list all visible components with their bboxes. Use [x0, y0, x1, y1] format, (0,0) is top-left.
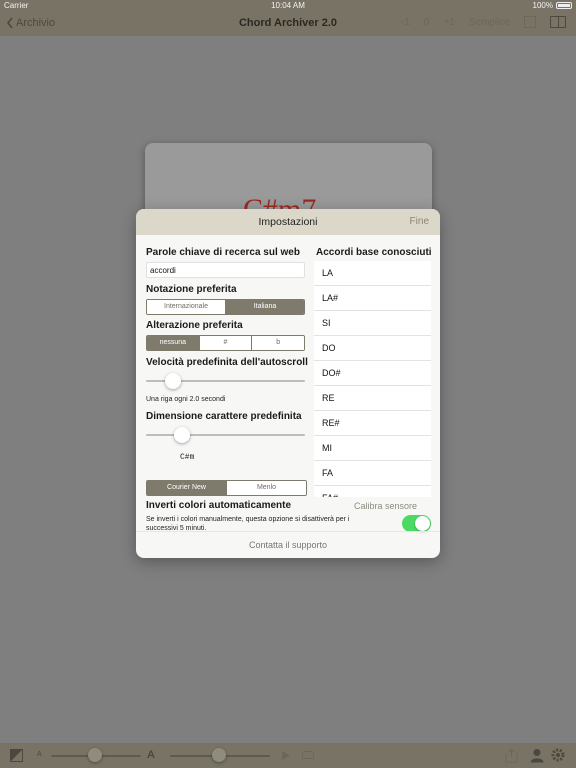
invert-colors-icon[interactable] [10, 749, 23, 762]
known-chords-label: Accordi base conosciuti [316, 247, 432, 258]
notation-option-italiana[interactable]: Italiana [225, 300, 304, 314]
book-icon[interactable] [550, 16, 566, 28]
transpose-up-button[interactable]: +1 [443, 17, 454, 28]
font-option-courier-new[interactable]: Courier New [147, 481, 226, 495]
font-size-slider[interactable] [146, 434, 305, 436]
settings-header: Impostazioni Fine [136, 209, 440, 235]
font-family-segmented-control: Courier New Menlo [146, 480, 307, 496]
battery-indicator: 100% [533, 1, 572, 10]
nav-actions: -1 0 +1 Semplice [401, 16, 566, 28]
list-item[interactable]: RE# [314, 411, 431, 436]
transpose-down-button[interactable]: -1 [401, 17, 410, 28]
alteration-option-sharp[interactable]: # [198, 336, 252, 350]
divider [136, 531, 440, 532]
play-icon[interactable] [281, 750, 291, 761]
font-size-slider-thumb[interactable] [174, 427, 190, 443]
list-item[interactable]: FA# [314, 486, 431, 497]
settings-title: Impostazioni [258, 216, 318, 228]
notation-option-internazionale[interactable]: Internazionale [147, 300, 225, 314]
done-button[interactable]: Fine [410, 216, 429, 227]
video-icon[interactable] [302, 750, 314, 760]
autoscroll-label: Velocità predefinita dell'autoscroll [146, 357, 308, 368]
contact-support-button[interactable]: Contatta il supporto [136, 540, 440, 550]
battery-icon [556, 2, 572, 9]
font-size-label: Dimensione carattere predefinita [146, 411, 302, 422]
invert-colors-toggle[interactable] [402, 515, 431, 532]
keywords-label: Parole chiave di recerca sul web [146, 247, 300, 258]
notation-segmented-control: Internazionale Italiana [146, 299, 305, 315]
keywords-input[interactable]: accordi [146, 262, 305, 278]
user-icon[interactable] [530, 748, 544, 763]
list-item[interactable]: FA [314, 461, 431, 486]
list-item[interactable]: LA# [314, 286, 431, 311]
share-icon[interactable] [505, 748, 518, 763]
battery-percent: 100% [532, 1, 553, 10]
notation-label: Notazione preferita [146, 284, 237, 295]
list-item[interactable]: DO [314, 336, 431, 361]
font-larger-label: A [147, 749, 155, 761]
calibrate-sensor-button[interactable]: Calibra sensore [354, 501, 417, 511]
gear-icon[interactable] [551, 748, 565, 762]
transpose-value: 0 [423, 16, 430, 28]
font-size-toolbar-thumb[interactable] [88, 748, 102, 762]
invert-colors-label: Inverti colori automaticamente [146, 500, 292, 511]
bottom-toolbar: A A [0, 743, 576, 768]
list-item[interactable]: RE [314, 386, 431, 411]
alteration-segmented-control: nessuna # b [146, 335, 305, 351]
toggle-knob [415, 516, 430, 531]
navigation-bar: Archivio Chord Archiver 2.0 -1 0 +1 Semp… [0, 12, 576, 36]
autoscroll-slider-thumb[interactable] [165, 373, 181, 389]
known-chords-list[interactable]: LA LA# SI DO DO# RE RE# MI FA FA# [314, 261, 431, 497]
clock: 10:04 AM [271, 1, 305, 10]
list-item[interactable]: MI [314, 436, 431, 461]
list-item[interactable]: SI [314, 311, 431, 336]
font-preview: C#m [180, 453, 195, 462]
alteration-option-flat[interactable]: b [251, 336, 304, 350]
edit-icon[interactable] [524, 16, 536, 28]
settings-popover: Impostazioni Fine Parole chiave di recer… [136, 209, 440, 558]
list-item[interactable]: LA [314, 261, 431, 286]
autoscroll-caption: Una riga ogni 2.0 secondi [146, 396, 226, 403]
font-smaller-label: A [37, 751, 42, 758]
alteration-option-none[interactable]: nessuna [147, 336, 199, 350]
alteration-label: Alterazione preferita [146, 320, 243, 331]
simplify-button[interactable]: Semplice [469, 17, 510, 28]
list-item[interactable]: DO# [314, 361, 431, 386]
font-option-menlo[interactable]: Menlo [226, 481, 306, 495]
status-bar: Carrier 10:04 AM 100% [0, 0, 576, 12]
scroll-speed-thumb[interactable] [212, 748, 226, 762]
